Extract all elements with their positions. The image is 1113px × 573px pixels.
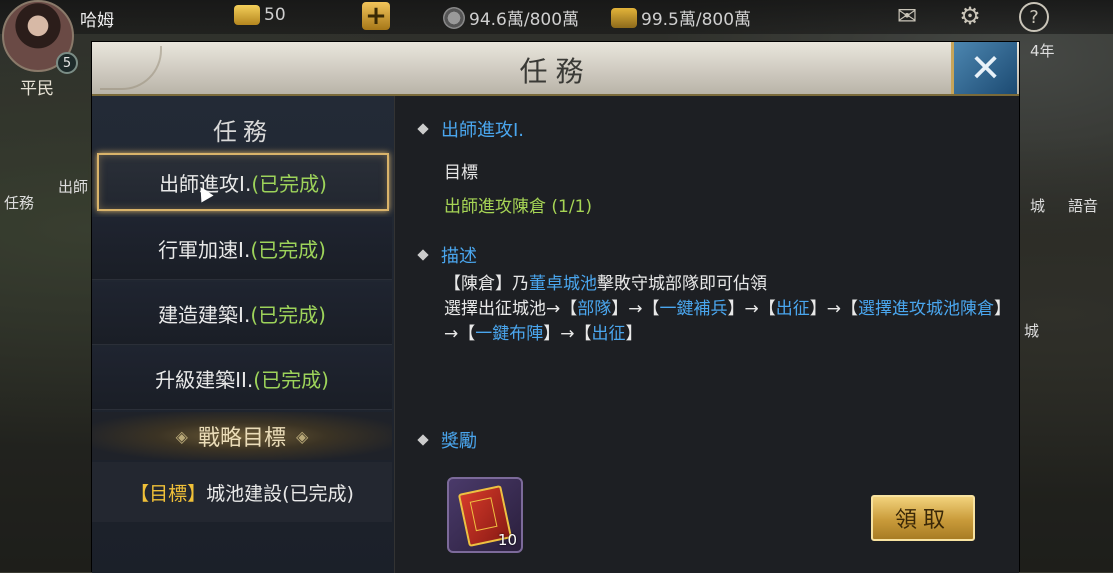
close-button[interactable]: ✕ (951, 42, 1017, 94)
desc-highlight: 一鍵補兵 (659, 299, 728, 319)
player-name: 哈姆 (80, 11, 114, 31)
player-rank: 平民 (20, 79, 54, 99)
goal-status: (已完成) (282, 482, 354, 505)
quest-name: 升級建築II. (155, 367, 254, 392)
objective-label: 目標 (444, 163, 478, 183)
coin-amount: 94.6萬/800萬 (469, 10, 580, 30)
grain-icon (611, 7, 637, 28)
strategy-title: 戰略目標 (197, 426, 286, 451)
desc-text: 】 (625, 324, 643, 344)
close-icon: ✕ (969, 46, 1002, 90)
description-heading: 描述 (417, 242, 477, 268)
desc-text: 】→【 (611, 299, 660, 319)
strategy-header: ◈ 戰略目標 ◈ (92, 412, 392, 460)
right-label-a: 城 (1030, 197, 1046, 215)
desc-highlight: 董卓城池 (529, 274, 597, 294)
desc-text: 】→【 (809, 299, 858, 319)
desc-text: 選擇出征城池→【 (444, 299, 578, 319)
voice-button[interactable]: 語音 (1068, 195, 1098, 216)
quest-item-2[interactable]: 建造建築I. (已完成) (92, 282, 392, 345)
quest-list-title: 任務 (213, 118, 273, 146)
quest-status: (已完成) (250, 302, 326, 327)
dialog-header: 任務 ✕ (92, 42, 1019, 96)
bullet-icon (417, 434, 429, 446)
quest-list-panel: 任務 出師進攻I. (已完成) 行軍加速I. (已完成) 建造建築I. (已完成) 升… (92, 96, 395, 573)
dialog-title: 任務 (519, 55, 592, 88)
diamond-ornament-icon: ◈ (296, 426, 309, 446)
desc-text: 】→【 (543, 324, 592, 344)
gold-ingot-icon (234, 5, 260, 25)
strategy-goal-item[interactable]: 【目標】 城池建設 (已完成) (92, 462, 392, 522)
desc-highlight: 部隊 (577, 299, 612, 319)
task-shortcut-text: 出師 (58, 178, 89, 196)
quest-name: 建造建築I. (158, 302, 251, 327)
quest-name: 行軍加速I. (158, 237, 251, 262)
quest-status: (已完成) (251, 171, 327, 196)
reward-item[interactable]: 10 (447, 477, 523, 553)
mail-icon[interactable]: ✉ (892, 2, 922, 30)
description-label: 描述 (441, 246, 477, 267)
claim-reward-button[interactable]: 領取 (871, 495, 975, 541)
quest-detail-panel: 出師進攻I. 目標 出師進攻陳倉 (1/1) 描述 【陳倉】乃董卓城池擊敗守城部… (395, 96, 1019, 573)
reward-label: 獎勵 (441, 431, 477, 452)
quest-status: (已完成) (253, 367, 329, 392)
coin-resource: 94.6萬/800萬 (443, 5, 579, 30)
task-shortcut-label[interactable]: 任務 (4, 192, 34, 213)
reward-heading: 獎勵 (417, 427, 477, 453)
description-text: 【陳倉】乃董卓城池擊敗守城部隊即可佔領 選擇出征城池→【部隊】→【一鍵補兵】→【… (444, 272, 1004, 347)
quest-item-0[interactable]: 出師進攻I. (已完成) (97, 153, 389, 211)
quest-dialog: 任務 ✕ 任務 出師進攻I. (已完成) 行軍加速I. (已完成) 建造建築I. (已… (91, 41, 1020, 573)
quest-detail-name: 出師進攻I. (441, 120, 525, 141)
desc-text: 擊敗守城部隊即可佔領 (597, 274, 767, 294)
quest-item-1[interactable]: 行軍加速I. (已完成) (92, 217, 392, 280)
quest-detail-heading: 出師進攻I. (417, 116, 525, 142)
desc-highlight: 選擇進攻城池陳倉 (858, 299, 994, 319)
add-gold-button[interactable]: + (362, 1, 390, 31)
desc-highlight: 出征 (775, 299, 810, 319)
gear-icon[interactable]: ⚙ (955, 2, 985, 30)
gold-resource: 50 (234, 5, 286, 25)
desc-text: 】→【 (727, 299, 776, 319)
quest-status: (已完成) (250, 237, 326, 262)
coin-icon (443, 6, 465, 29)
desc-highlight: 一鍵布陣 (475, 324, 544, 344)
help-icon[interactable]: ? (1019, 2, 1049, 32)
grain-resource: 99.5萬/800萬 (611, 5, 751, 30)
quest-item-3[interactable]: 升級建築II. (已完成) (92, 347, 392, 410)
bullet-icon (417, 249, 429, 261)
grain-amount: 99.5萬/800萬 (641, 10, 752, 30)
desc-highlight: 出征 (591, 324, 626, 344)
diamond-ornament-icon: ◈ (175, 426, 188, 446)
desc-text: 【陳倉】乃 (444, 274, 529, 294)
right-label-c: 城 (1024, 322, 1040, 340)
gold-amount: 50 (264, 5, 286, 25)
goal-prefix: 【目標】 (130, 482, 207, 505)
player-level-badge: 5 (56, 52, 78, 74)
goal-name: 城池建設 (206, 482, 283, 505)
bullet-icon (417, 123, 429, 135)
objective-text: 出師進攻陳倉 (1/1) (444, 197, 593, 217)
reward-count: 10 (497, 531, 517, 549)
year-text: 4年 (1030, 42, 1055, 60)
